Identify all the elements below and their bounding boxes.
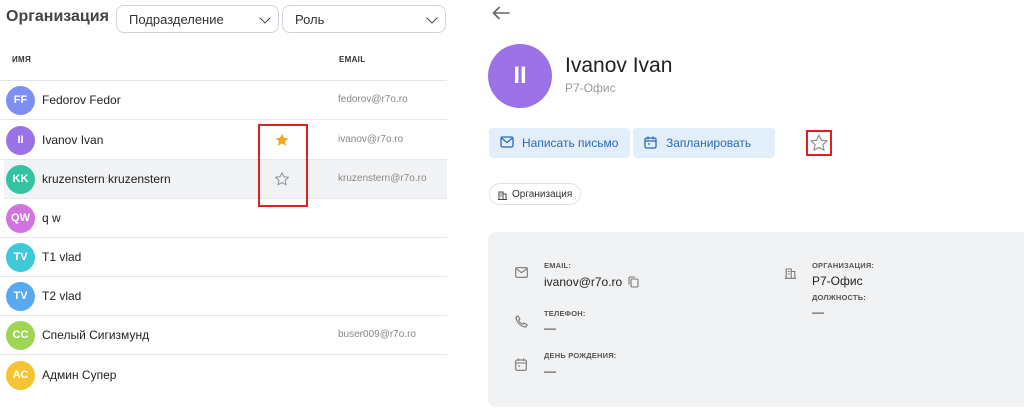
table-row[interactable]: АС Админ Супер <box>0 356 447 395</box>
column-header-email[interactable]: EMAIL <box>339 55 365 64</box>
contact-info-card: EMAIL: ivanov@r7o.ro ТЕЛЕФОН: — ДЕНЬ РОЖ… <box>488 232 1024 407</box>
table-row[interactable]: TV T1 vlad <box>0 238 447 277</box>
table-row[interactable]: QW q w <box>0 199 447 238</box>
organization-chip-label: Организация <box>512 189 573 200</box>
position-value: — <box>812 305 824 319</box>
table-row[interactable]: II Ivanov Ivan ivanov@r7o.ro <box>0 121 447 160</box>
write-email-label: Написать письмо <box>522 136 619 150</box>
copy-icon[interactable] <box>628 276 639 288</box>
phone-icon <box>515 315 528 328</box>
profile-company: Р7-Офис <box>565 81 616 95</box>
profile-avatar: II <box>488 44 552 108</box>
role-filter-label: Роль <box>295 12 325 27</box>
position-label: ДОЛЖНОСТЬ: <box>812 293 866 302</box>
contact-email: kruzenstern@r7o.ro <box>338 173 427 184</box>
chevron-down-icon <box>259 12 271 24</box>
contact-name: Ivanov Ivan <box>42 133 104 147</box>
organization-chip[interactable]: Организация <box>489 183 582 205</box>
email-value[interactable]: ivanov@r7o.ro <box>544 275 622 289</box>
page-title: Организация <box>6 8 109 25</box>
mail-icon <box>515 267 528 278</box>
schedule-label: Запланировать <box>666 136 752 150</box>
chevron-down-icon <box>426 12 438 24</box>
phone-label: ТЕЛЕФОН: <box>544 309 586 318</box>
avatar: II <box>6 126 35 155</box>
highlight-box <box>806 130 832 156</box>
avatar: QW <box>6 204 35 233</box>
contacts-list-panel: Организация Подразделение Роль ИМЯ EMAIL… <box>0 0 447 411</box>
column-header-name[interactable]: ИМЯ <box>12 55 31 64</box>
contact-name: T1 vlad <box>42 250 82 264</box>
role-filter-select[interactable]: Роль <box>282 5 446 33</box>
building-icon <box>785 268 796 279</box>
contact-email: ivanov@r7o.ro <box>338 134 404 145</box>
contact-name: T2 vlad <box>42 289 82 303</box>
calendar-icon <box>515 358 527 371</box>
write-email-button[interactable]: Написать письмо <box>489 128 630 158</box>
table-row[interactable]: FF Fedorov Fedor fedorov@r7o.ro <box>0 81 447 120</box>
contact-details-panel: II Ivanov Ivan Р7-Офис Написать письмо З… <box>470 0 1024 411</box>
contact-name: q w <box>42 211 61 225</box>
calendar-icon <box>644 136 657 149</box>
list-toolbar: Организация Подразделение Роль <box>0 0 447 38</box>
contact-name: Fedorov Fedor <box>42 93 121 107</box>
avatar: TV <box>6 243 35 272</box>
email-label: EMAIL: <box>544 261 572 270</box>
birthday-label: ДЕНЬ РОЖДЕНИЯ: <box>544 351 617 360</box>
building-icon <box>498 191 507 200</box>
organization-label: ОРГАНИЗАЦИЯ: <box>812 261 875 270</box>
contact-name: Спелый Сигизмунд <box>42 328 150 342</box>
avatar: KK <box>6 165 35 194</box>
avatar: TV <box>6 282 35 311</box>
contact-email: buser009@r7o.ro <box>338 329 416 340</box>
contact-email: fedorov@r7o.ro <box>338 94 408 105</box>
contact-name: Админ Супер <box>42 368 117 382</box>
schedule-button[interactable]: Запланировать <box>633 128 775 158</box>
avatar: АС <box>6 361 35 390</box>
contact-name: kruzenstern kruzenstern <box>42 172 171 186</box>
department-filter-select[interactable]: Подразделение <box>116 5 279 33</box>
arrow-left-icon[interactable] <box>492 6 510 20</box>
table-row-selected[interactable]: KK kruzenstern kruzenstern kruzenstern@r… <box>4 160 447 199</box>
avatar: СС <box>6 321 35 350</box>
mail-icon <box>500 136 514 148</box>
avatar: FF <box>6 86 35 115</box>
table-row[interactable]: TV T2 vlad <box>0 277 447 316</box>
department-filter-label: Подразделение <box>129 12 224 27</box>
table-row[interactable]: СС Спелый Сигизмунд buser009@r7o.ro <box>0 316 447 355</box>
highlight-box <box>258 124 308 207</box>
organization-value: Р7-Офис <box>812 274 863 288</box>
profile-name: Ivanov Ivan <box>565 54 673 77</box>
birthday-value: — <box>544 364 556 378</box>
phone-value: — <box>544 321 556 335</box>
